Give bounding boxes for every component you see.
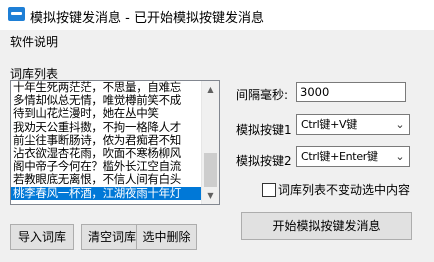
delete-selected-button[interactable]: 选中删除 bbox=[136, 224, 197, 250]
list-item[interactable]: 若教眼底无离恨，不信人间有白头 bbox=[11, 173, 202, 186]
word-list-items: 十年生死两茫茫，不思量，自难忘 多情却似总无情，唯觉樽前笑不成 待到山花烂漫时，她在… bbox=[11, 81, 202, 204]
list-item[interactable]: 沾衣欲湿杏花雨，吹面不寒杨柳风 bbox=[11, 147, 202, 160]
menu-bar: 软件说明 bbox=[0, 30, 434, 52]
chevron-down-icon[interactable]: ⌄ bbox=[392, 148, 408, 165]
list-item[interactable]: 桃李春风一杯酒，江湖夜雨十年灯 bbox=[11, 186, 202, 200]
list-item[interactable]: 阁中帝子今何在？槛外长江空自流 bbox=[11, 160, 202, 173]
key2-value: Ctrl键+Enter键 bbox=[301, 150, 378, 163]
menu-item-help[interactable]: 软件说明 bbox=[10, 33, 58, 50]
window-title: 模拟按键发消息 - 已开始模拟按键发消息 bbox=[30, 11, 264, 26]
chevron-down-icon[interactable]: ⌄ bbox=[392, 116, 408, 133]
key2-label: 模拟按键2 bbox=[236, 154, 292, 168]
key1-select[interactable]: Ctrl键+V键 ⌄ bbox=[296, 114, 410, 135]
title-bar[interactable]: 模拟按键发消息 - 已开始模拟按键发消息 bbox=[0, 0, 434, 31]
clear-list-button[interactable]: 清空词库 bbox=[81, 224, 143, 250]
scroll-up-icon[interactable]: ▲ bbox=[202, 81, 219, 98]
list-item[interactable]: 十年生死两茫茫，不思量，自难忘 bbox=[11, 81, 202, 94]
list-item[interactable]: 多情却似总无情，唯觉樽前笑不成 bbox=[11, 94, 202, 107]
list-item[interactable]: 我劝天公重抖擞，不拘一格降人才 bbox=[11, 121, 202, 134]
scroll-down-icon[interactable]: ▼ bbox=[202, 187, 219, 204]
keep-selection-checkbox[interactable] bbox=[262, 183, 276, 197]
keep-selection-label[interactable]: 词库列表不变动选中内容 bbox=[278, 181, 410, 198]
key1-label: 模拟按键1 bbox=[236, 123, 292, 137]
start-button[interactable]: 开始模拟按键发消息 bbox=[241, 212, 412, 240]
word-list[interactable]: 十年生死两茫茫，不思量，自难忘 多情却似总无情，唯觉樽前笑不成 待到山花烂漫时，她在… bbox=[10, 80, 220, 205]
list-item[interactable]: 前尘往事断肠诗，侬为君痴君不知 bbox=[11, 134, 202, 147]
scroll-thumb[interactable] bbox=[204, 153, 217, 187]
interval-input[interactable]: 3000 bbox=[296, 82, 406, 102]
key1-value: Ctrl键+V键 bbox=[301, 118, 357, 131]
keyboard-icon bbox=[8, 7, 25, 21]
key2-select[interactable]: Ctrl键+Enter键 ⌄ bbox=[296, 146, 410, 167]
interval-label: 间隔毫秒: bbox=[236, 88, 289, 102]
vertical-scrollbar[interactable]: ▲ ▼ bbox=[201, 81, 219, 204]
list-item[interactable]: 待到山花烂漫时，她在丛中笑 bbox=[11, 107, 202, 120]
import-list-button[interactable]: 导入词库 bbox=[10, 224, 74, 250]
